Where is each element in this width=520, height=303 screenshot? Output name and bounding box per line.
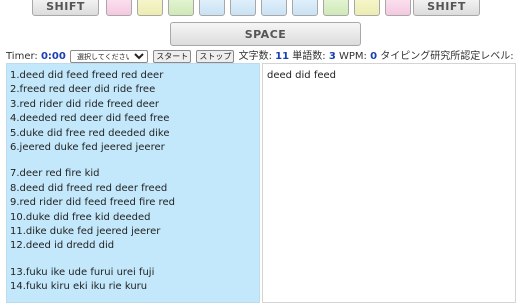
- word-count-value: 3: [328, 51, 336, 62]
- lesson-line: 11.dike duke fed jeered jeerer: [10, 225, 161, 237]
- lesson-line: 5.duke did free red deeded dike: [10, 127, 170, 139]
- keyboard-key: [261, 0, 287, 16]
- keyboard-key: [323, 0, 349, 16]
- on-screen-keyboard: SHIFT SHIFT SPACE: [0, 0, 520, 46]
- typing-input-area[interactable]: deed did feed: [262, 63, 516, 303]
- word-count-label: 単語数:: [292, 51, 326, 62]
- stop-button[interactable]: ストップ: [196, 50, 235, 63]
- lesson-line: 14.fuku kiru eki iku rie kuru: [10, 281, 148, 293]
- typed-text: deed did feed: [267, 70, 337, 81]
- wpm-label: WPM:: [338, 51, 367, 62]
- lesson-line: 1.deed did feed freed red deer: [10, 70, 164, 81]
- timer-label: Timer:: [6, 51, 38, 62]
- certification-level-label: タイピング研究所認定レベル:: [380, 51, 514, 62]
- lesson-line: 4.deeded red deer did feed free: [10, 113, 170, 125]
- lesson-line: 12.deed id dredd did: [10, 240, 115, 252]
- lesson-text-panel: 1.deed did feed freed red deer 2.freed r…: [6, 63, 260, 303]
- lesson-group-gap: [10, 254, 259, 266]
- lesson-line: 9.red rider did feed freed fire red: [10, 197, 175, 209]
- lesson-line: 8.deed did freed red deer freed: [10, 182, 168, 194]
- level-select[interactable]: 選択してください: [70, 50, 149, 63]
- lesson-line: 13.fuku ike ude furui urei fuji: [10, 266, 155, 278]
- keyboard-key: [292, 0, 318, 16]
- lesson-line: 7.deer red fire kid: [10, 168, 100, 180]
- keyboard-key: [230, 0, 256, 16]
- char-count-value: 11: [275, 51, 290, 62]
- wpm-value: 0: [370, 51, 378, 62]
- keyboard-key: [385, 0, 411, 16]
- lesson-group-gap: [10, 155, 259, 167]
- lesson-line: 3.red rider did ride freed deer: [10, 98, 160, 110]
- shift-key-right: SHIFT: [413, 0, 480, 16]
- keyboard-key: [199, 0, 225, 16]
- char-count-label: 文字数:: [238, 51, 272, 62]
- lesson-line: 2.freed red deer did ride free: [10, 84, 156, 96]
- lesson-line: 6.jeered duke fed jeered jeerer: [10, 141, 165, 153]
- control-bar: Timer: 0:00 選択してください スタート ストップ 文字数: 11 単…: [6, 49, 514, 64]
- space-key: SPACE: [170, 22, 361, 46]
- shift-key-left: SHIFT: [32, 0, 99, 16]
- start-button[interactable]: スタート: [153, 50, 192, 63]
- keyboard-key: [354, 0, 380, 16]
- keyboard-key: [106, 0, 132, 16]
- lesson-line: 10.duke did free kid deeded: [10, 211, 151, 223]
- timer-value: 0:00: [40, 51, 66, 62]
- keyboard-key: [168, 0, 194, 16]
- keyboard-key: [137, 0, 163, 16]
